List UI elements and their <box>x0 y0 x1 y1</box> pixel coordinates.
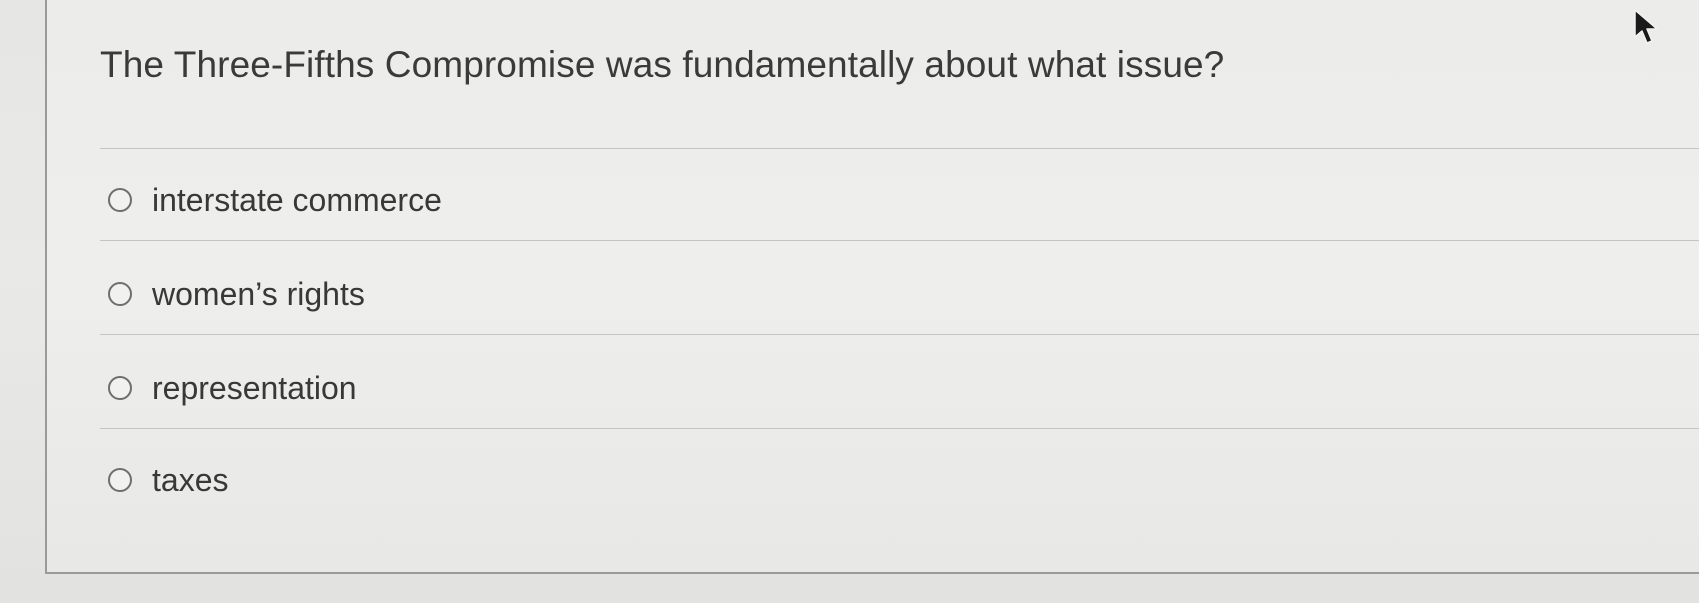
answer-option-womens-rights[interactable]: women’s rights <box>108 272 365 316</box>
radio-button-icon[interactable] <box>108 468 132 492</box>
option-label: taxes <box>152 461 229 498</box>
answer-option-representation[interactable]: representation <box>108 366 357 410</box>
quiz-page: The Three-Fifths Compromise was fundamen… <box>0 0 1699 603</box>
divider <box>100 148 1699 149</box>
answer-option-interstate-commerce[interactable]: interstate commerce <box>108 178 442 222</box>
option-label: interstate commerce <box>152 181 442 218</box>
question-text: The Three-Fifths Compromise was fundamen… <box>100 44 1225 85</box>
option-label: representation <box>152 369 357 406</box>
radio-button-icon[interactable] <box>108 376 132 400</box>
divider <box>100 428 1699 429</box>
answer-option-taxes[interactable]: taxes <box>108 458 228 502</box>
divider <box>100 334 1699 335</box>
mouse-pointer-icon <box>1634 9 1658 44</box>
divider <box>100 240 1699 241</box>
option-label: women’s rights <box>152 275 365 312</box>
radio-button-icon[interactable] <box>108 282 132 306</box>
radio-button-icon[interactable] <box>108 188 132 212</box>
